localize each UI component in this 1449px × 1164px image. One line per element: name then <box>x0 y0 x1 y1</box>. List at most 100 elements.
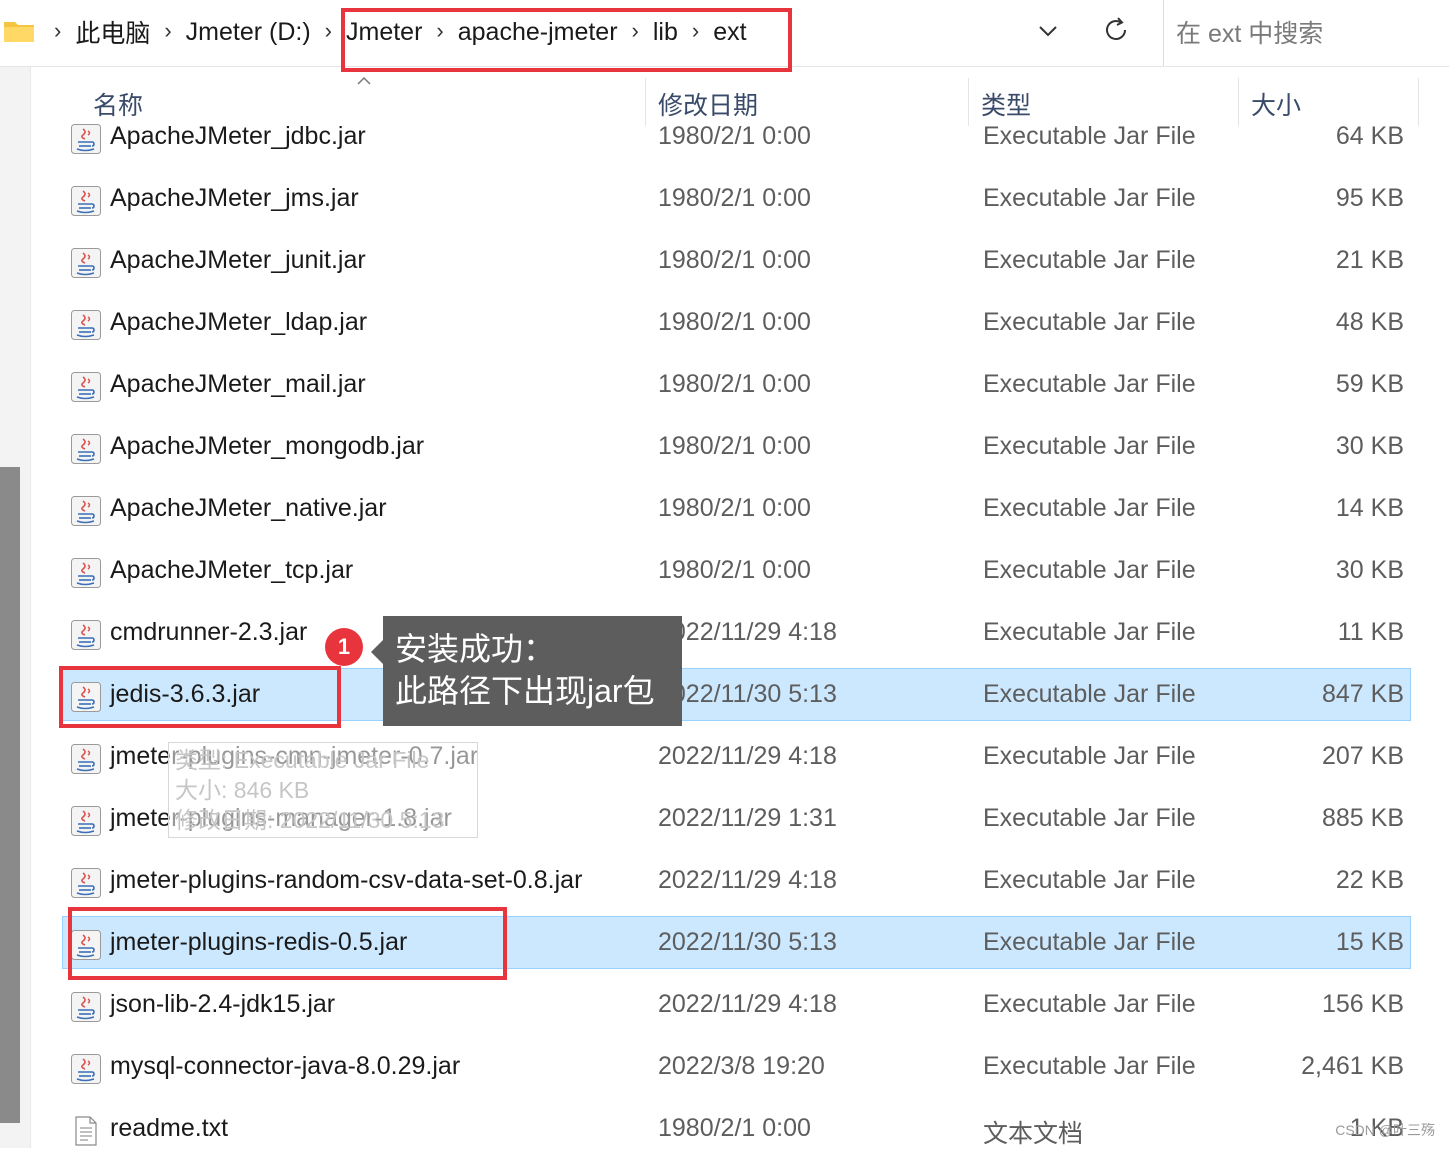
file-date: 2022/11/29 1:31 <box>658 804 837 832</box>
file-type: Executable Jar File <box>983 556 1196 584</box>
file-date: 2022/11/29 4:18 <box>658 866 837 894</box>
file-type: Executable Jar File <box>983 370 1196 398</box>
file-name[interactable]: ApacheJMeter_native.jar <box>110 494 387 523</box>
file-type: Executable Jar File <box>983 432 1196 460</box>
annotation-box-jedis <box>59 666 341 728</box>
file-name[interactable]: ApacheJMeter_mail.jar <box>110 370 366 399</box>
chevron-down-icon[interactable] <box>1035 18 1061 44</box>
jar-file-icon <box>70 123 102 155</box>
file-type: Executable Jar File <box>983 308 1196 336</box>
file-row[interactable]: ApacheJMeter_mongodb.jar 1980/2/1 0:00 Exe… <box>0 420 1449 482</box>
file-date: 1980/2/1 0:00 <box>658 308 811 336</box>
annotation-callout: 安装成功： 此路径下出现jar包 <box>383 616 682 726</box>
breadcrumb-item-drive-d[interactable]: Jmeter (D:) <box>186 18 311 47</box>
file-name[interactable]: ApacheJMeter_jms.jar <box>110 184 359 213</box>
file-size: 30 KB <box>1335 432 1404 460</box>
file-name[interactable]: jmeter-plugins-random-csv-data-set-0.8.j… <box>110 866 582 895</box>
jar-file-icon <box>70 185 102 217</box>
file-size: 59 KB <box>1335 370 1404 398</box>
file-type: Executable Jar File <box>983 928 1196 956</box>
file-size: 95 KB <box>1335 184 1404 212</box>
file-date: 2022/11/30 5:13 <box>658 928 837 956</box>
file-name[interactable]: cmdrunner-2.3.jar <box>110 618 307 647</box>
file-size: 156 KB <box>1321 990 1404 1018</box>
file-name[interactable]: readme.txt <box>110 1114 228 1143</box>
file-row[interactable]: readme.txt 1980/2/1 0:00 文本文档 1 KB <box>0 1102 1449 1164</box>
file-size: 15 KB <box>1335 928 1404 956</box>
file-row[interactable]: ApacheJMeter_junit.jar 1980/2/1 0:00 Execu… <box>0 234 1449 296</box>
file-date: 2022/3/8 19:20 <box>658 1052 825 1080</box>
file-type: Executable Jar File <box>983 742 1196 770</box>
file-row[interactable]: ApacheJMeter_native.jar 1980/2/1 0:00 Exec… <box>0 482 1449 544</box>
file-size: 21 KB <box>1335 246 1404 274</box>
file-date: 2022/11/29 4:18 <box>658 742 837 770</box>
file-row[interactable]: mysql-connector-java-8.0.29.jar 2022/3/8 … <box>0 1040 1449 1102</box>
file-size: 847 KB <box>1321 680 1404 708</box>
chevron-right-icon[interactable]: › <box>54 18 61 44</box>
annotation-box-path <box>341 8 792 72</box>
jar-file-icon <box>70 743 102 775</box>
file-row[interactable]: cmdrunner-2.3.jar 2022/11/29 4:18 Executab… <box>0 606 1449 668</box>
file-name[interactable]: ApacheJMeter_mongodb.jar <box>110 432 424 461</box>
chevron-right-icon[interactable]: › <box>325 18 332 44</box>
file-name[interactable]: ApacheJMeter_tcp.jar <box>110 556 353 585</box>
jar-file-icon <box>70 805 102 837</box>
file-date: 1980/2/1 0:00 <box>658 184 811 212</box>
file-name[interactable]: ApacheJMeter_junit.jar <box>110 246 366 275</box>
file-date: 2022/11/30 5:13 <box>658 680 837 708</box>
file-date: 1980/2/1 0:00 <box>658 370 811 398</box>
file-row[interactable]: ApacheJMeter_ldap.jar 1980/2/1 0:00 Execut… <box>0 296 1449 358</box>
watermark: CSDN @叶三殇 <box>1335 1122 1435 1138</box>
file-row[interactable]: json-lib-2.4-jdk15.jar 2022/11/29 4:18 Exe… <box>0 978 1449 1040</box>
file-size: 22 KB <box>1335 866 1404 894</box>
file-size: 14 KB <box>1335 494 1404 522</box>
file-date: 2022/11/29 4:18 <box>658 618 837 646</box>
file-type: Executable Jar File <box>983 804 1196 832</box>
address-divider <box>1163 0 1164 66</box>
file-name[interactable]: ApacheJMeter_jdbc.jar <box>110 122 366 151</box>
jar-file-icon <box>70 991 102 1023</box>
folder-icon <box>4 22 34 42</box>
jar-file-icon <box>70 495 102 527</box>
file-row[interactable]: ApacheJMeter_tcp.jar 1980/2/1 0:00 Executa… <box>0 544 1449 606</box>
file-name[interactable]: json-lib-2.4-jdk15.jar <box>110 990 335 1019</box>
file-size: 885 KB <box>1321 804 1404 832</box>
tooltip-modified: 修改日期: 2022/11/30 5:13 <box>175 807 445 833</box>
file-date: 1980/2/1 0:00 <box>658 556 811 584</box>
file-size: 2,461 KB <box>1301 1052 1404 1080</box>
breadcrumb-item-this-pc[interactable]: 此电脑 <box>75 14 150 50</box>
file-type: Executable Jar File <box>983 680 1196 708</box>
jar-file-icon <box>70 619 102 651</box>
file-list: ApacheJMeter_jdbc.jar 1980/2/1 0:00 Execut… <box>0 110 1449 1148</box>
file-row[interactable]: ApacheJMeter_jms.jar 1980/2/1 0:00 Executa… <box>0 172 1449 234</box>
file-date: 1980/2/1 0:00 <box>658 494 811 522</box>
jar-file-icon <box>70 433 102 465</box>
chevron-right-icon[interactable]: › <box>164 18 171 44</box>
file-tooltip: 类型: Executable Jar File 大小: 846 KB 修改日期:… <box>168 742 478 838</box>
file-type: Executable Jar File <box>983 246 1196 274</box>
jar-file-icon <box>70 309 102 341</box>
annotation-badge: 1 <box>325 628 363 666</box>
jar-file-icon <box>70 557 102 589</box>
tooltip-size: 大小: 846 KB <box>175 777 310 803</box>
jar-file-icon <box>70 371 102 403</box>
file-date: 1980/2/1 0:00 <box>658 1114 811 1142</box>
sort-ascending-icon <box>357 76 371 85</box>
file-row[interactable]: ApacheJMeter_jdbc.jar 1980/2/1 0:00 Execut… <box>0 110 1449 172</box>
file-type: Executable Jar File <box>983 184 1196 212</box>
file-name[interactable]: ApacheJMeter_ldap.jar <box>110 308 367 337</box>
tooltip-type: 类型: Executable Jar File <box>175 747 430 773</box>
file-date: 1980/2/1 0:00 <box>658 122 811 150</box>
text-file-icon <box>70 1115 102 1147</box>
file-date: 1980/2/1 0:00 <box>658 432 811 460</box>
file-date: 2022/11/29 4:18 <box>658 990 837 1018</box>
jar-file-icon <box>70 1053 102 1085</box>
search-input[interactable]: 在 ext 中搜索 <box>1176 14 1323 50</box>
file-size: 64 KB <box>1335 122 1404 150</box>
file-name[interactable]: mysql-connector-java-8.0.29.jar <box>110 1052 460 1081</box>
file-row[interactable]: ApacheJMeter_mail.jar 1980/2/1 0:00 Execut… <box>0 358 1449 420</box>
file-date: 1980/2/1 0:00 <box>658 246 811 274</box>
file-size: 48 KB <box>1335 308 1404 336</box>
refresh-icon[interactable] <box>1100 14 1132 46</box>
callout-line-1: 安装成功： <box>395 631 556 667</box>
